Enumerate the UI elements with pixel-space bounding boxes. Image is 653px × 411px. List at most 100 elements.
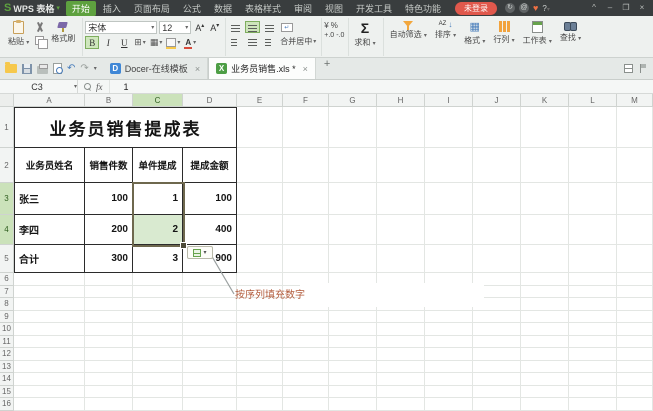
column-header-E[interactable]: E — [237, 94, 283, 107]
align-bottom-button[interactable] — [262, 21, 277, 33]
redo-icon[interactable]: ↷ — [80, 64, 88, 74]
row-header-12[interactable]: 12 — [0, 348, 14, 361]
row-header-15[interactable]: 15 — [0, 386, 14, 399]
borders-button[interactable]: ⊞▾ — [133, 37, 147, 48]
cell-A5[interactable]: 合计 — [15, 245, 85, 273]
heart-icon[interactable]: ♥ — [533, 3, 538, 13]
menu-tab-7[interactable]: 审阅 — [288, 1, 318, 16]
row-header-7[interactable]: 7 — [0, 286, 14, 299]
row-header-4[interactable]: 4 — [0, 215, 14, 245]
cell-B4[interactable]: 200 — [85, 215, 133, 245]
menu-tab-6[interactable]: 表格样式 — [239, 1, 287, 16]
flag-icon[interactable] — [639, 64, 647, 73]
cut-icon[interactable] — [35, 22, 45, 32]
message-icon[interactable]: @ — [519, 3, 529, 13]
print-icon[interactable] — [37, 66, 48, 74]
cell-C3-active[interactable]: 1 — [133, 183, 183, 215]
minimize-icon[interactable]: – — [603, 1, 617, 15]
find-button[interactable]: 查找 ▾ — [556, 19, 585, 43]
cell-C5[interactable]: 3 — [133, 245, 183, 273]
row-header-16[interactable]: 16 — [0, 398, 14, 411]
increase-decimal-button[interactable]: +.0 — [324, 32, 334, 39]
column-header-A[interactable]: A — [14, 94, 85, 107]
insert-function-icon[interactable]: fx — [96, 82, 103, 92]
column-header-B[interactable]: B — [85, 94, 133, 107]
cell-D4[interactable]: 400 — [183, 215, 237, 245]
cell-C4-selected[interactable]: 2 — [133, 215, 183, 245]
row-header-8[interactable]: 8 — [0, 298, 14, 311]
row-header-3[interactable]: 3 — [0, 183, 14, 215]
row-header-11[interactable]: 11 — [0, 336, 14, 349]
column-header-F[interactable]: F — [283, 94, 329, 107]
autofilter-button[interactable]: 自动筛选 ▾ — [386, 19, 431, 40]
close-icon[interactable]: × — [635, 1, 649, 15]
close-tab-icon[interactable]: × — [303, 64, 308, 74]
formula-input[interactable]: 1 — [110, 82, 129, 92]
row-header-2[interactable]: 2 — [0, 148, 14, 183]
column-header-D[interactable]: D — [183, 94, 237, 107]
row-header-6[interactable]: 6 — [0, 273, 14, 286]
column-header-I[interactable]: I — [425, 94, 473, 107]
select-all-corner[interactable] — [0, 94, 14, 107]
layout-view-icon[interactable] — [624, 64, 633, 73]
column-header-L[interactable]: L — [569, 94, 617, 107]
tab-docer[interactable]: D Docer-在线模板 × — [103, 58, 208, 79]
name-box[interactable]: C3 ▾ — [0, 80, 78, 93]
open-folder-icon[interactable] — [5, 64, 17, 73]
decrease-decimal-button[interactable]: -.0 — [336, 32, 344, 39]
column-header-K[interactable]: K — [521, 94, 569, 107]
print-preview-icon[interactable] — [53, 63, 62, 74]
sort-button[interactable]: AZ 排序 ▾ — [431, 19, 460, 40]
menu-tab-5[interactable]: 数据 — [208, 1, 238, 16]
tab-workbook[interactable]: X 业务员销售.xls * × — [208, 58, 316, 79]
merge-center-button[interactable]: 合并居中▾ — [279, 36, 317, 47]
table-title-cell[interactable]: 业务员销售提成表 — [15, 108, 237, 148]
quick-access-dropdown-icon[interactable]: ▾ — [94, 65, 97, 72]
row-header-10[interactable]: 10 — [0, 323, 14, 336]
undo-icon[interactable]: ↶ — [67, 64, 75, 74]
column-header-H[interactable]: H — [377, 94, 425, 107]
font-name-select[interactable]: 宋体▾ — [85, 21, 157, 34]
font-size-select[interactable]: 12▾ — [159, 21, 191, 34]
cell-B5[interactable]: 300 — [85, 245, 133, 273]
currency-style-button[interactable]: ¥ — [324, 21, 328, 30]
menu-tab-1[interactable]: 开始 — [66, 1, 96, 16]
header-cell[interactable]: 销售件数 — [85, 148, 133, 183]
wps-logo[interactable]: S WPS 表格 ▾ — [0, 2, 66, 15]
underline-button[interactable]: U — [117, 36, 131, 49]
cell-style-button[interactable]: ▦▾ — [149, 37, 164, 48]
collapse-ribbon-icon[interactable]: ^ — [587, 1, 601, 15]
shrink-font-button[interactable]: A▾ — [208, 22, 221, 33]
copy-icon[interactable] — [35, 36, 44, 45]
italic-button[interactable]: I — [101, 36, 115, 49]
align-center-button[interactable] — [245, 35, 260, 47]
header-cell[interactable]: 提成金额 — [183, 148, 237, 183]
login-button[interactable]: 未登录 — [455, 2, 497, 15]
row-header-1[interactable]: 1 — [0, 107, 14, 148]
close-tab-icon[interactable]: × — [195, 64, 200, 74]
row-header-5[interactable]: 5 — [0, 245, 14, 273]
format-painter-button[interactable]: 格式刷 — [48, 19, 78, 44]
align-top-button[interactable] — [228, 21, 243, 33]
cell-grid[interactable]: 业务员销售提成表 业务员姓名 销售件数 单件提成 提成金额 张三 100 1 1… — [14, 107, 653, 411]
column-header-M[interactable]: M — [617, 94, 653, 107]
align-right-button[interactable] — [262, 35, 277, 47]
cell-A4[interactable]: 李四 — [15, 215, 85, 245]
rows-columns-button[interactable]: 行列 ▾ — [489, 19, 518, 45]
menu-tab-2[interactable]: 插入 — [97, 1, 127, 16]
autofill-options-button[interactable]: ▾ — [187, 246, 213, 259]
save-icon[interactable] — [22, 64, 32, 74]
paste-button[interactable]: 粘贴 ▾ — [5, 19, 32, 47]
menu-tab-10[interactable]: 特色功能 — [399, 1, 447, 16]
restore-icon[interactable]: ❐ — [619, 1, 633, 15]
column-header-J[interactable]: J — [473, 94, 521, 107]
menu-tab-9[interactable]: 开发工具 — [350, 1, 398, 16]
worksheet-button[interactable]: 工作表 ▾ — [519, 19, 556, 46]
row-header-14[interactable]: 14 — [0, 373, 14, 386]
align-left-button[interactable] — [228, 35, 243, 47]
format-button[interactable]: ▦ 格式 ▾ — [460, 19, 489, 46]
column-header-G[interactable]: G — [329, 94, 377, 107]
menu-tab-4[interactable]: 公式 — [177, 1, 207, 16]
new-tab-button[interactable]: + — [316, 58, 338, 79]
font-color-button[interactable]: A▾ — [183, 38, 197, 47]
